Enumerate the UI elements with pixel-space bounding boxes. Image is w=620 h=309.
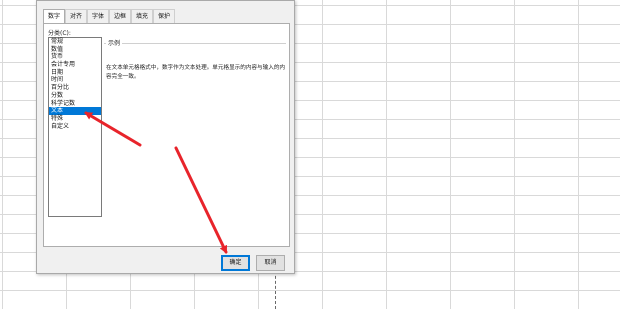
sample-title: 示例: [106, 38, 123, 47]
tab-fill[interactable]: 填充: [131, 9, 153, 23]
category-description: 在文本单元格格式中，数字作为文本处理。单元格显示的内容与输入的内容完全一致。: [106, 65, 286, 80]
category-item-time[interactable]: 时间: [49, 76, 101, 84]
tab-protection[interactable]: 保护: [153, 9, 175, 23]
ok-button[interactable]: 确定: [221, 255, 250, 271]
category-label: 分类(C):: [48, 30, 71, 37]
cancel-button[interactable]: 取消: [256, 255, 285, 271]
tab-border[interactable]: 边框: [109, 9, 131, 23]
category-item-special[interactable]: 特殊: [49, 115, 101, 123]
category-item-accounting[interactable]: 会计专用: [49, 61, 101, 69]
tab-number[interactable]: 数字: [43, 9, 65, 24]
format-cells-dialog: 数字 对齐 字体 边框 填充 保护 分类(C): 常规 数值 货币 会计专用 日…: [36, 0, 295, 274]
category-item-general[interactable]: 常规: [49, 38, 101, 46]
category-item-currency[interactable]: 货币: [49, 53, 101, 61]
category-item-percentage[interactable]: 百分比: [49, 84, 101, 92]
category-item-fraction[interactable]: 分数: [49, 92, 101, 100]
number-tab-panel: 分类(C): 常规 数值 货币 会计专用 日期 时间 百分比 分数 科学记数 文…: [43, 23, 290, 247]
sample-group: 示例: [104, 38, 286, 58]
category-item-custom[interactable]: 自定义: [49, 123, 101, 131]
category-listbox[interactable]: 常规 数值 货币 会计专用 日期 时间 百分比 分数 科学记数 文本 特殊 自定…: [48, 37, 102, 217]
tab-font[interactable]: 字体: [87, 9, 109, 23]
tab-alignment[interactable]: 对齐: [65, 9, 87, 23]
category-item-text[interactable]: 文本: [49, 107, 101, 115]
